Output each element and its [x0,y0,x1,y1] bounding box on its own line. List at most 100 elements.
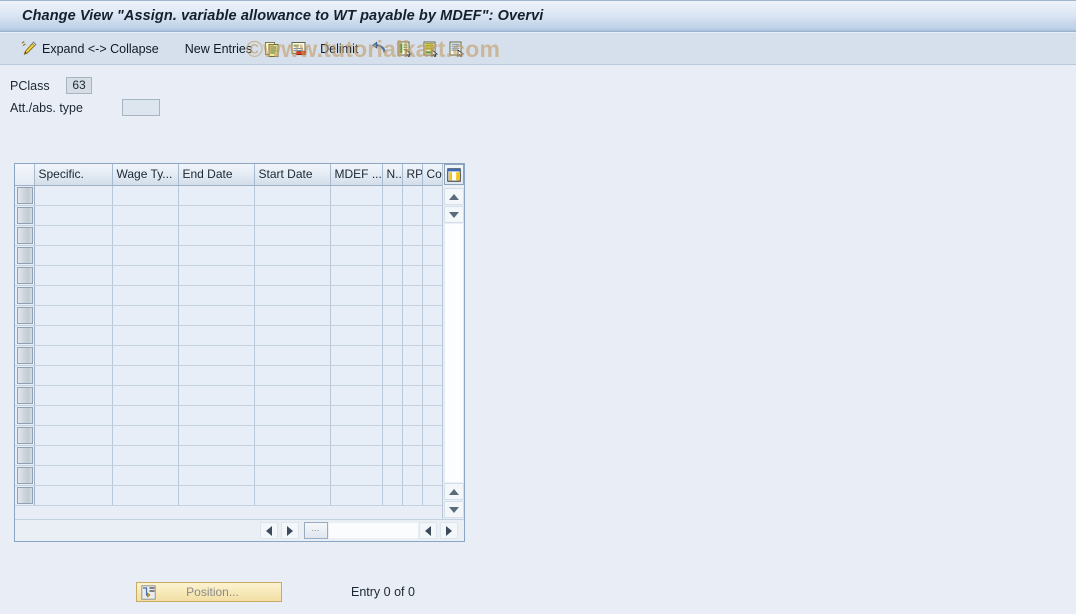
row-select-button[interactable] [17,246,33,264]
cell-n[interactable] [382,425,403,446]
row-select-cell[interactable] [15,405,35,426]
cell-co[interactable] [422,245,442,266]
cell-start_date[interactable] [254,445,331,466]
undo-button[interactable] [366,38,392,60]
cell-mdef[interactable] [330,305,383,326]
cell-co[interactable] [422,425,442,446]
row-select-cell[interactable] [15,225,35,246]
cell-mdef[interactable] [330,345,383,366]
horizontal-scroll-thumb[interactable]: ⋯ [304,522,328,539]
column-header-n[interactable]: N.. [382,164,403,186]
cell-end_date[interactable] [178,225,255,246]
cell-rp[interactable] [402,425,423,446]
select-all-button[interactable] [392,38,418,60]
row-select-button[interactable] [17,326,33,344]
scroll-down-button-bottom[interactable] [444,501,464,518]
cell-start_date[interactable] [254,205,331,226]
cell-wage_type[interactable] [112,445,179,466]
row-select-cell[interactable] [15,285,35,306]
table-row[interactable] [15,485,442,506]
column-header-specific[interactable]: Specific. [34,164,113,186]
cell-n[interactable] [382,405,403,426]
cell-wage_type[interactable] [112,405,179,426]
scroll-right-button[interactable] [281,522,299,539]
cell-specific[interactable] [34,385,113,406]
table-row[interactable] [15,245,442,266]
row-select-button[interactable] [17,226,33,244]
column-header-co[interactable]: Co [422,164,442,186]
horizontal-scroll-track[interactable] [329,522,418,539]
cell-n[interactable] [382,245,403,266]
cell-specific[interactable] [34,325,113,346]
table-horizontal-scrollbar[interactable]: ⋯ [15,519,464,541]
row-select-button[interactable] [17,446,33,464]
cell-n[interactable] [382,485,403,506]
row-select-cell[interactable] [15,485,35,506]
row-select-button[interactable] [17,466,33,484]
cell-start_date[interactable] [254,245,331,266]
cell-rp[interactable] [402,245,423,266]
row-select-cell[interactable] [15,245,35,266]
row-select-cell[interactable] [15,185,35,206]
cell-end_date[interactable] [178,445,255,466]
cell-rp[interactable] [402,445,423,466]
cell-wage_type[interactable] [112,285,179,306]
cell-rp[interactable] [402,225,423,246]
cell-co[interactable] [422,325,442,346]
position-button[interactable]: Position... [136,582,282,602]
row-select-button[interactable] [17,206,33,224]
cell-end_date[interactable] [178,285,255,306]
row-select-cell[interactable] [15,205,35,226]
cell-end_date[interactable] [178,365,255,386]
cell-wage_type[interactable] [112,485,179,506]
cell-co[interactable] [422,485,442,506]
cell-end_date[interactable] [178,465,255,486]
cell-co[interactable] [422,405,442,426]
att-abs-type-input[interactable] [122,99,160,116]
cell-co[interactable] [422,205,442,226]
cell-n[interactable] [382,465,403,486]
table-row[interactable] [15,265,442,286]
scroll-down-button-top[interactable] [444,206,464,223]
table-row[interactable] [15,465,442,486]
row-select-cell[interactable] [15,345,35,366]
table-row[interactable] [15,405,442,426]
cell-start_date[interactable] [254,265,331,286]
table-row[interactable] [15,205,442,226]
cell-rp[interactable] [402,485,423,506]
cell-specific[interactable] [34,445,113,466]
cell-wage_type[interactable] [112,305,179,326]
cell-mdef[interactable] [330,285,383,306]
table-row[interactable] [15,285,442,306]
cell-specific[interactable] [34,485,113,506]
cell-co[interactable] [422,465,442,486]
cell-mdef[interactable] [330,425,383,446]
cell-start_date[interactable] [254,325,331,346]
cell-specific[interactable] [34,465,113,486]
row-select-cell[interactable] [15,425,35,446]
cell-start_date[interactable] [254,305,331,326]
row-select-button[interactable] [17,426,33,444]
cell-wage_type[interactable] [112,465,179,486]
cell-end_date[interactable] [178,425,255,446]
column-header-rp[interactable]: RP [402,164,423,186]
cell-rp[interactable] [402,325,423,346]
cell-start_date[interactable] [254,485,331,506]
cell-mdef[interactable] [330,465,383,486]
row-select-cell[interactable] [15,385,35,406]
table-vertical-scrollbar[interactable] [442,164,464,519]
row-select-cell[interactable] [15,365,35,386]
row-select-cell[interactable] [15,325,35,346]
expand-collapse-button[interactable]: Expand <-> Collapse [16,38,167,60]
cell-specific[interactable] [34,245,113,266]
scroll-up-button-top[interactable] [444,188,464,205]
delete-row-button[interactable] [286,38,312,60]
cell-co[interactable] [422,345,442,366]
cell-end_date[interactable] [178,265,255,286]
cell-co[interactable] [422,305,442,326]
column-header-wage-type[interactable]: Wage Ty... [112,164,179,186]
new-entries-button[interactable]: New Entries [177,38,260,60]
column-header-select[interactable] [15,164,35,186]
row-select-button[interactable] [17,286,33,304]
cell-n[interactable] [382,365,403,386]
